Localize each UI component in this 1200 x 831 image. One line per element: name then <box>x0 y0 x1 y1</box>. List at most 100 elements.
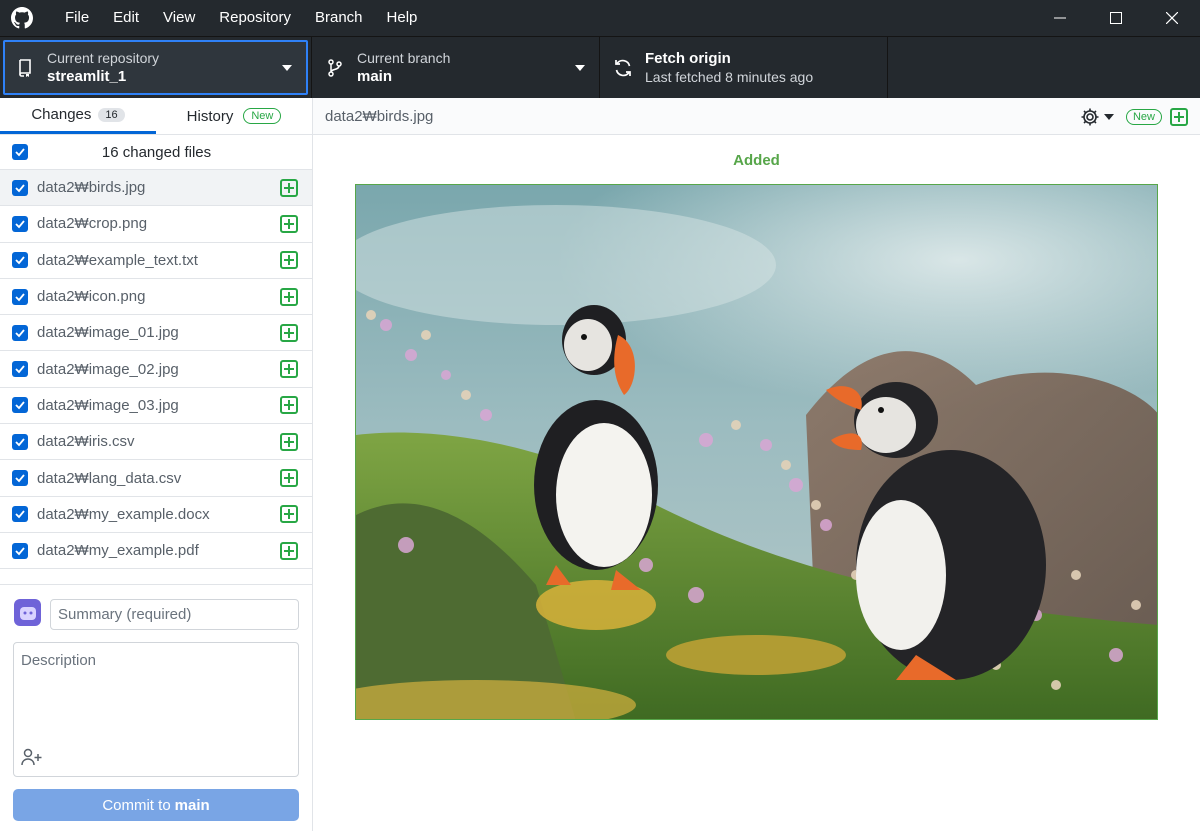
check-icon <box>15 184 25 192</box>
file-checkbox[interactable] <box>12 433 28 450</box>
description-box <box>13 642 299 777</box>
file-row[interactable]: data2₩birds.jpg <box>0 170 312 207</box>
chevron-down-icon <box>1103 113 1114 120</box>
check-icon <box>15 438 25 447</box>
tab-changes[interactable]: Changes 16 <box>0 98 156 134</box>
file-name: data2₩birds.jpg <box>37 179 146 197</box>
file-checkbox[interactable] <box>12 470 28 487</box>
check-icon <box>15 148 25 157</box>
menu-bar: File Edit View Repository Branch Help <box>53 0 429 36</box>
added-status-icon <box>280 396 298 415</box>
sidebar-tabs: Changes 16 History New <box>0 98 312 135</box>
repository-selector[interactable]: Current repository streamlit_1 <box>3 40 308 95</box>
file-row[interactable]: data2₩image_03.jpg <box>0 388 312 425</box>
added-status-icon <box>280 287 298 306</box>
minimize-icon <box>1054 17 1066 19</box>
file-name: data2₩lang_data.csv <box>37 469 182 487</box>
file-name: data2₩my_example.docx <box>37 505 210 523</box>
changes-count-badge: 16 <box>98 107 125 122</box>
tab-changes-label: Changes <box>31 106 92 123</box>
check-icon <box>15 474 25 483</box>
chevron-down-icon <box>282 64 292 71</box>
file-checkbox[interactable] <box>12 179 28 196</box>
commit-panel: Commit to main <box>0 584 312 831</box>
avatar <box>14 599 41 626</box>
commit-button-prefix: Commit to <box>102 796 171 814</box>
check-icon <box>15 510 25 519</box>
check-icon <box>15 329 25 338</box>
added-status-icon <box>280 469 298 488</box>
menu-edit[interactable]: Edit <box>101 0 151 36</box>
tab-history[interactable]: History New <box>156 98 312 134</box>
image-preview <box>355 184 1158 720</box>
repo-icon <box>15 58 35 78</box>
file-checkbox[interactable] <box>12 288 28 305</box>
select-all-checkbox[interactable] <box>12 144 28 160</box>
close-button[interactable] <box>1144 0 1200 36</box>
check-icon <box>15 220 25 229</box>
file-name: data2₩my_example.pdf <box>37 542 199 560</box>
toolbar: Current repository streamlit_1 Current b… <box>0 36 1200 98</box>
file-row[interactable]: data2₩my_example.pdf <box>0 533 312 570</box>
tab-history-label: History <box>186 107 234 125</box>
description-input[interactable] <box>14 643 298 743</box>
diff-options-button[interactable] <box>1080 107 1114 127</box>
maximize-button[interactable] <box>1088 0 1144 36</box>
file-checkbox[interactable] <box>12 324 28 341</box>
repository-selector-container: Current repository streamlit_1 <box>0 37 312 98</box>
changes-sidebar: Changes 16 History New 16 changed files … <box>0 98 313 831</box>
history-new-badge: New <box>243 108 282 124</box>
branch-label: Current branch <box>357 50 451 66</box>
chevron-down-icon <box>575 64 585 71</box>
fetch-status: Last fetched 8 minutes ago <box>645 69 814 85</box>
branch-icon <box>325 58 345 78</box>
avatar-icon <box>19 606 36 620</box>
file-checkbox[interactable] <box>12 215 28 232</box>
commit-button-branch: main <box>174 796 210 814</box>
menu-help[interactable]: Help <box>375 0 430 36</box>
file-row[interactable]: data2₩image_01.jpg <box>0 315 312 352</box>
check-icon <box>15 401 25 410</box>
github-logo-icon <box>11 7 33 29</box>
file-checkbox[interactable] <box>12 506 28 523</box>
fetch-label: Fetch origin <box>645 50 731 67</box>
file-row[interactable]: data2₩image_02.jpg <box>0 351 312 388</box>
added-status-icon <box>280 214 298 233</box>
window-controls <box>1032 0 1200 36</box>
file-row[interactable]: data2₩iris.csv <box>0 424 312 461</box>
file-row[interactable]: data2₩my_example.docx <box>0 497 312 533</box>
file-name: data2₩image_01.jpg <box>37 324 179 342</box>
gear-icon <box>1081 108 1099 125</box>
file-row[interactable]: data2₩crop.png <box>0 206 312 243</box>
puffins-photo <box>356 185 1157 719</box>
file-path: data2₩birds.jpg <box>325 107 434 125</box>
file-checkbox[interactable] <box>12 397 28 414</box>
added-status-icon <box>280 323 298 342</box>
file-row[interactable]: data2₩icon.png <box>0 279 312 316</box>
commit-button[interactable]: Commit to main <box>13 789 299 821</box>
summary-input[interactable] <box>50 599 299 630</box>
repo-name: streamlit_1 <box>47 68 127 85</box>
title-bar: File Edit View Repository Branch Help <box>0 0 1200 36</box>
file-checkbox[interactable] <box>12 252 28 269</box>
file-row[interactable]: data2₩lang_data.csv <box>0 460 312 497</box>
diff-view: data2₩birds.jpg New Added <box>313 98 1200 831</box>
close-icon <box>1166 12 1178 24</box>
file-name: data2₩icon.png <box>37 288 146 306</box>
file-row[interactable]: data2₩example_text.txt <box>0 243 312 279</box>
fetch-origin-button[interactable]: Fetch origin Last fetched 8 minutes ago <box>600 37 888 98</box>
menu-file[interactable]: File <box>53 0 101 36</box>
file-name: data2₩image_03.jpg <box>37 396 179 414</box>
sync-icon <box>613 58 633 78</box>
branch-selector[interactable]: Current branch main <box>312 37 600 98</box>
file-checkbox[interactable] <box>12 542 28 559</box>
menu-branch[interactable]: Branch <box>303 0 375 36</box>
menu-view[interactable]: View <box>151 0 207 36</box>
add-coauthor-icon[interactable] <box>20 746 44 768</box>
file-checkbox[interactable] <box>12 361 28 378</box>
menu-repository[interactable]: Repository <box>207 0 303 36</box>
file-path-bar: data2₩birds.jpg New <box>313 98 1200 135</box>
new-file-badge: New <box>1125 108 1162 125</box>
minimize-button[interactable] <box>1032 0 1088 36</box>
added-status-icon <box>1170 107 1188 126</box>
